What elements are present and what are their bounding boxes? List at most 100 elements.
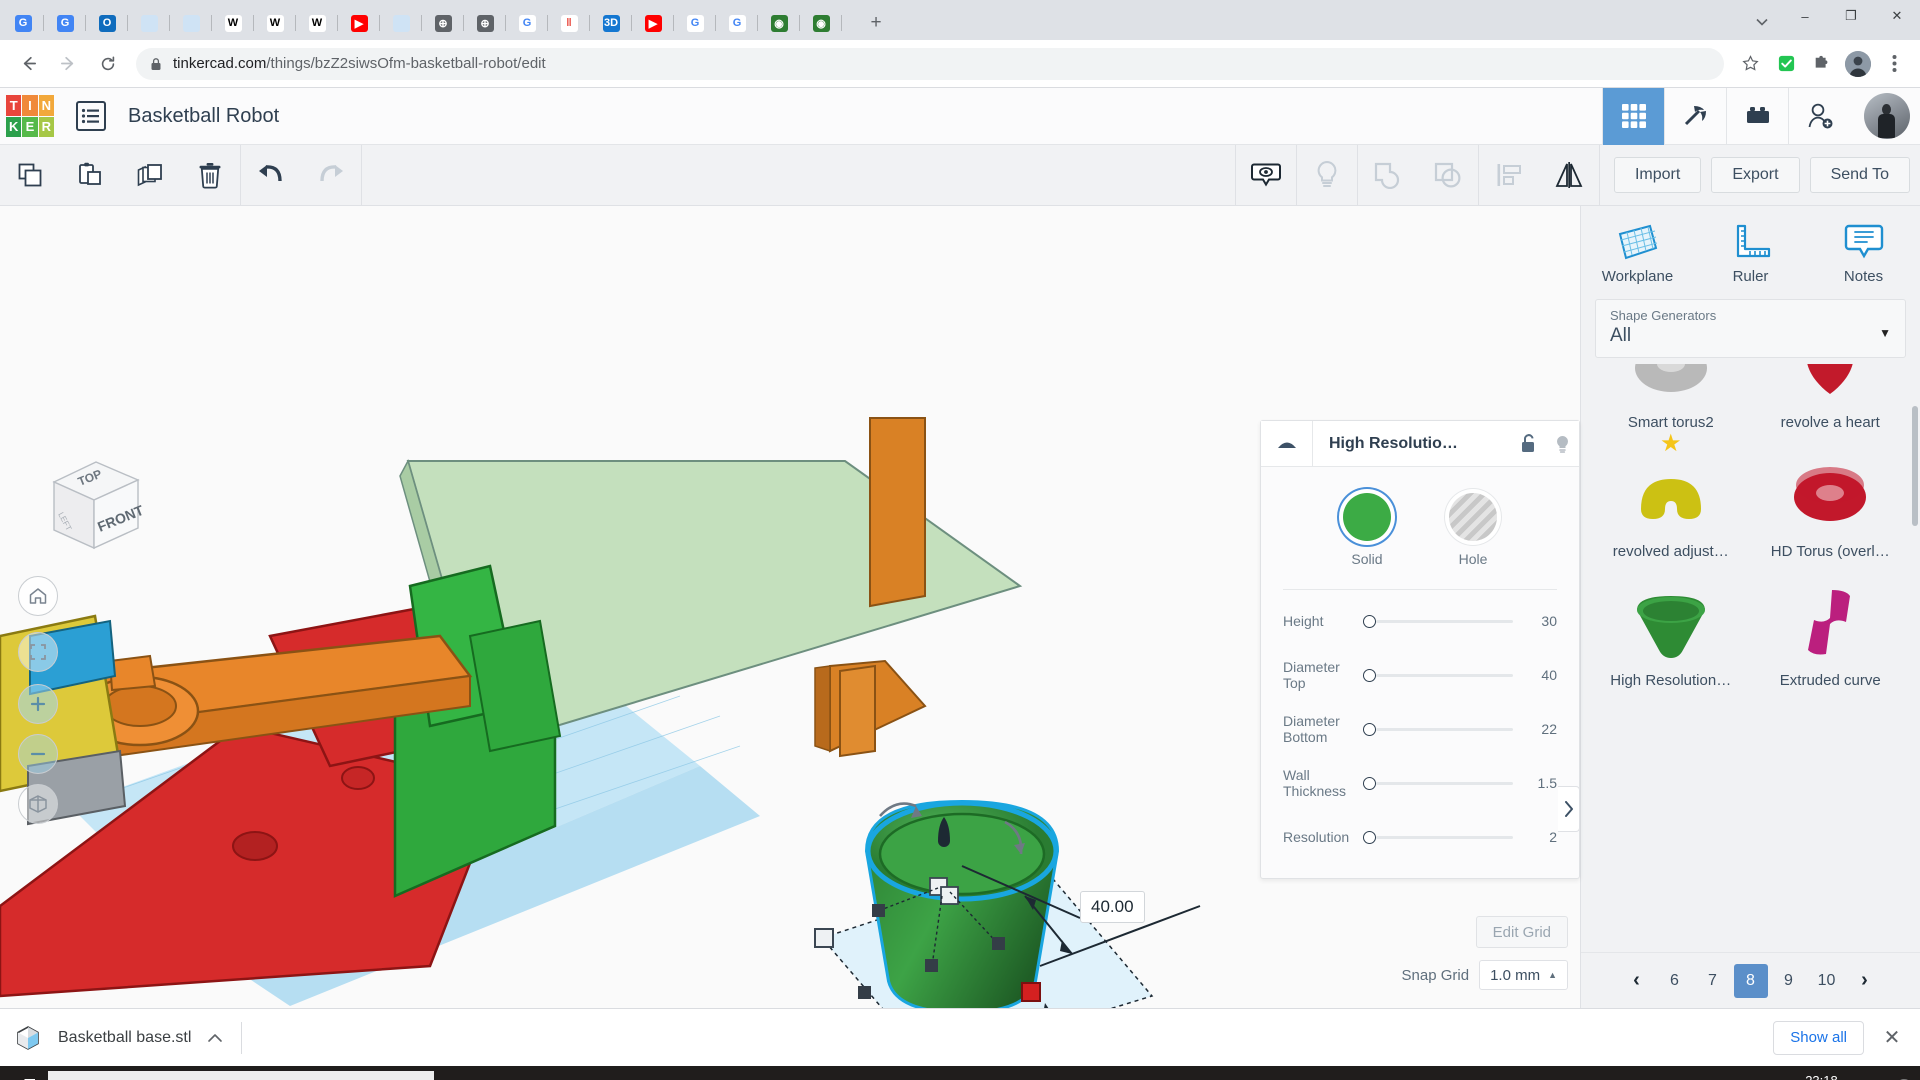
browser-tab-tinkercad-3d[interactable]: 3D [590,6,632,40]
hole-option[interactable]: Hole [1449,493,1497,567]
taskbar-task-view-icon[interactable]: ☰ [512,1066,562,1080]
window-minimize-button[interactable]: – [1782,0,1828,32]
slider-track[interactable] [1376,836,1513,839]
import-button[interactable]: Import [1614,157,1701,193]
extensions-puzzle-icon[interactable] [1807,49,1837,79]
back-arrow-icon[interactable] [11,47,45,81]
taskbar-chrome-icon[interactable]: ◉ [836,1066,886,1080]
browser-tab-wikipedia[interactable]: W [212,6,254,40]
taskbar-skype-icon[interactable]: S [674,1066,724,1080]
page-title[interactable]: Basketball Robot [128,105,279,128]
collapse-triangle-icon[interactable] [1261,421,1313,467]
eye-visibility-icon[interactable] [1236,145,1296,206]
browser-tab-seal-emblem[interactable]: ◉ [758,6,800,40]
shape-tray-toggle[interactable] [1558,786,1580,832]
slider-track[interactable] [1376,674,1513,677]
minecraft-button[interactable] [1664,88,1726,145]
taskbar-mail-icon[interactable]: ✉ [782,1066,832,1080]
shape-generators-select[interactable]: Shape Generators All ▼ [1595,299,1906,358]
duplicate-button[interactable] [120,145,180,206]
lightbulb-icon[interactable] [1297,145,1357,206]
parameter-value[interactable]: 2 [1517,829,1557,845]
redo-arrow-icon[interactable] [301,145,361,206]
dimension-label-right[interactable]: 40.00 [1080,891,1145,923]
taskbar-file-explorer-icon[interactable]: 🗀 [566,1066,616,1080]
solid-color-swatch[interactable] [1343,493,1391,541]
slider-knob[interactable] [1363,615,1376,628]
pagination-page-10[interactable]: 10 [1810,964,1844,998]
browser-tab-globe[interactable]: ⊕ [422,6,464,40]
browser-tab-google[interactable]: G [506,6,548,40]
check-extension-icon[interactable] [1771,49,1801,79]
browser-tab-seal-emblem[interactable]: ◉ [800,6,842,40]
browser-tab-youtube[interactable]: ▶ [338,6,380,40]
shape-gallery-item[interactable]: ★revolved adjust… [1591,437,1751,566]
star-icon[interactable] [1735,49,1765,79]
pagination-page-6[interactable]: 6 [1658,964,1692,998]
shape-gallery-scrollbar[interactable] [1912,406,1918,526]
browser-tab-outlook[interactable]: O [86,6,128,40]
browser-tab-google-translate[interactable]: G [2,6,44,40]
browser-tab-google-translate[interactable]: G [44,6,86,40]
shape-gallery[interactable]: Smart torus2revolve a heart★revolved adj… [1581,364,1920,952]
pagination-page-9[interactable]: 9 [1772,964,1806,998]
browser-tab-wikipedia[interactable]: W [254,6,296,40]
parameter-value[interactable]: 22 [1517,721,1557,737]
taskbar-video-editor-icon[interactable]: ✦ [728,1066,778,1080]
undo-arrow-icon[interactable] [241,145,301,206]
three-dots-menu-icon[interactable] [1879,49,1909,79]
sidebar-item-ruler[interactable]: Ruler [1694,216,1807,285]
taskbar-fritzing-icon[interactable]: F [890,1066,940,1080]
group-shapes-icon[interactable] [1358,145,1418,206]
window-close-button[interactable]: ✕ [1874,0,1920,32]
shape-gallery-item[interactable]: revolve a heart [1751,364,1911,437]
home-view-button[interactable] [18,576,58,616]
edit-grid-button[interactable]: Edit Grid [1476,916,1568,948]
taskbar-cortana-circle-icon[interactable]: ○ [458,1066,508,1080]
slider-knob[interactable] [1363,723,1376,736]
lightbulb-icon[interactable] [1545,421,1579,467]
export-button[interactable]: Export [1711,157,1799,193]
windows-start-icon[interactable] [0,1066,48,1080]
browser-tab-youtube[interactable]: ▶ [632,6,674,40]
pagination-page-7[interactable]: 7 [1696,964,1730,998]
tab-search-button[interactable] [1748,8,1776,36]
tinkercad-logo[interactable]: TINKER [6,95,54,137]
parameter-slider[interactable] [1359,615,1517,628]
view-navigation-cube[interactable]: TOP FRONT LEFT [34,450,126,542]
invite-people-button[interactable] [1788,88,1850,145]
parameter-slider[interactable] [1359,831,1517,844]
parameter-slider[interactable] [1359,669,1517,682]
close-download-bar-button[interactable]: ✕ [1878,1025,1906,1050]
hole-pattern-swatch[interactable] [1449,493,1497,541]
browser-tab-google[interactable]: G [716,6,758,40]
align-icon[interactable] [1479,145,1539,206]
address-bar[interactable]: tinkercad.com/things/bzZ2siwsOfm-basketb… [136,48,1724,80]
search-input[interactable]: Type here to search [48,1071,434,1080]
solid-option[interactable]: Solid [1343,493,1391,567]
shape-gallery-item[interactable]: High Resolution… [1591,566,1751,695]
pagination-next-button[interactable]: › [1848,964,1882,998]
browser-tab-profile-photo[interactable] [170,6,212,40]
parameter-value[interactable]: 1.5 [1517,775,1557,791]
taskbar-clock[interactable]: 23:18 26/03/2021 [1783,1072,1860,1080]
profile-avatar[interactable] [1845,51,1871,77]
slider-track[interactable] [1376,620,1513,623]
send-to-button[interactable]: Send To [1810,157,1910,193]
forward-arrow-icon[interactable] [51,47,85,81]
browser-tab-google[interactable]: G [674,6,716,40]
copy-button[interactable] [0,145,60,206]
reload-icon[interactable] [91,47,125,81]
snap-grid-select[interactable]: 1.0 mm ▲ [1479,960,1568,990]
browser-tab-globe[interactable]: ⊕ [464,6,506,40]
browser-tab-audio-wave[interactable]: ‖ [548,6,590,40]
parameter-value[interactable]: 30 [1517,613,1557,629]
favorite-star-icon[interactable]: ★ [1660,429,1682,458]
slider-knob[interactable] [1363,669,1376,682]
designs-list-icon[interactable] [76,101,106,131]
shape-gallery-item[interactable]: Smart torus2 [1591,364,1751,437]
browser-tab-profile-photo[interactable] [380,6,422,40]
sidebar-item-notes[interactable]: Notes [1807,216,1920,285]
new-tab-button[interactable]: + [861,8,891,38]
taskbar-microsoft-store-icon[interactable]: ▣ [620,1066,670,1080]
